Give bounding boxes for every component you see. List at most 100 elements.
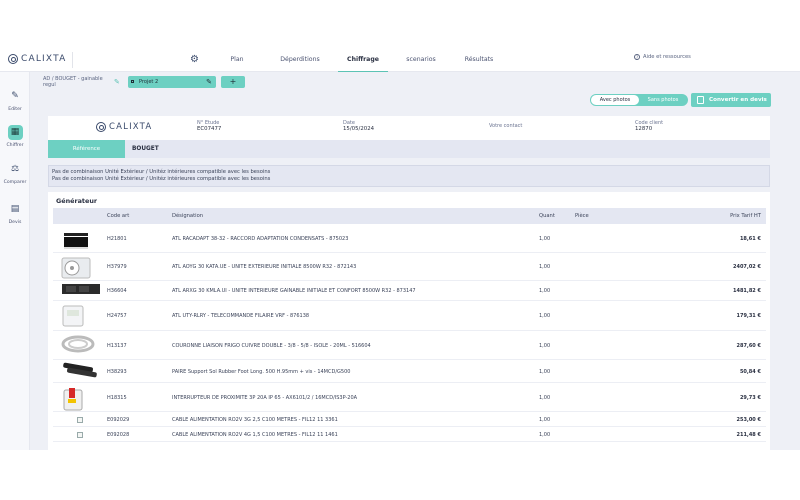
card-logo: CALIXTA <box>96 122 152 132</box>
product-image <box>61 304 85 330</box>
quote-icon: ▤ <box>7 202 23 217</box>
convert-to-quote-button[interactable]: Convertir en devis <box>691 93 771 107</box>
help-icon: ? <box>634 54 640 60</box>
sidebar-item-devis[interactable]: ▤ Devis <box>0 202 30 225</box>
table-row[interactable]: E092029 CABLE ALIMENTATION RO2V 3G 2,5 C1… <box>53 412 766 427</box>
generator-panel: Générateur Code art Désignation Quant Pi… <box>48 192 770 450</box>
sidebar-item-label: Comparer <box>3 180 27 185</box>
breadcrumb: AD / BOUGET - gainable regul <box>43 76 103 88</box>
sidebar-item-label: Editer <box>8 107 22 112</box>
nav-deperditions[interactable]: Déperditions <box>266 48 334 72</box>
nav-scenarios[interactable]: scenarios <box>392 48 450 72</box>
col-code: Code art <box>107 213 130 219</box>
edit-breadcrumb-icon[interactable]: ✎ <box>114 78 120 86</box>
photo-toggle[interactable]: Avec photos Sans photos <box>590 94 688 106</box>
calixta-logo[interactable]: CALIXTA <box>8 54 66 64</box>
col-designation: Désignation <box>172 213 204 219</box>
etude-value: EC07477 <box>197 126 222 132</box>
col-piece: Pièce <box>575 213 589 219</box>
quantity-cell: 1,00 <box>539 313 551 319</box>
table-row[interactable]: H21801 ATL RACADAPT 38-32 - RACCORD ADAPT… <box>53 224 766 253</box>
code-art-cell: H13137 <box>107 343 127 349</box>
edit-icon: ✎ <box>7 89 23 104</box>
table-row[interactable]: H24757 ATL UTY-RLRY - TELECOMMANDE FILAIR… <box>53 301 766 331</box>
code-art-cell: H18315 <box>107 395 127 401</box>
designation-cell: INTERRUPTEUR DE PROXIMITE 3P 20A IP 65 -… <box>172 395 358 401</box>
price-cell: 253,00 € <box>736 417 761 423</box>
table-header: Code art Désignation Quant Pièce Prix Ta… <box>53 208 766 224</box>
nav-chiffrage[interactable]: Chiffrage <box>334 48 392 73</box>
quantity-cell: 1,00 <box>539 432 551 438</box>
price-cell: 211,48 € <box>736 432 761 438</box>
designation-cell: ATL UTY-RLRY - TELECOMMANDE FILAIRE VRF … <box>172 313 310 319</box>
help-link[interactable]: ? Aide et ressources <box>634 54 691 60</box>
price-cell: 179,31 € <box>736 313 761 319</box>
sidebar-item-comparer[interactable]: ⚖ Comparer <box>0 162 30 185</box>
designation-cell: ATL RACADAPT 38-32 - RACCORD ADAPTATION … <box>172 236 349 242</box>
project-tab-label: Projet 2 <box>139 79 159 85</box>
project-tab[interactable]: Projet 2 ✎ <box>128 76 216 88</box>
main-nav: Plan Déperditions Chiffrage scenarios Ré… <box>208 48 508 73</box>
price-cell: 1481,82 € <box>733 288 761 294</box>
nav-resultats[interactable]: Résultats <box>450 48 508 72</box>
header-divider <box>72 52 73 68</box>
code-art-cell: H21801 <box>107 236 127 242</box>
price-cell: 2407,02 € <box>733 264 761 270</box>
price-cell: 29,73 € <box>739 395 761 401</box>
toggle-sans-photos[interactable]: Sans photos <box>639 95 687 105</box>
product-image <box>61 255 91 281</box>
sidebar-item-chiffrer[interactable]: ▦ Chiffrer <box>0 125 30 148</box>
sidebar-item-label: Devis <box>8 220 22 225</box>
col-quantity: Quant <box>539 213 555 219</box>
card-logo-text: CALIXTA <box>109 122 153 132</box>
toggle-avec-photos[interactable]: Avec photos <box>591 95 639 105</box>
help-label: Aide et ressources <box>643 54 691 60</box>
app-header: CALIXTA ⚙ Plan Déperditions Chiffrage sc… <box>0 48 800 73</box>
nav-plan[interactable]: Plan <box>208 48 266 72</box>
quantity-cell: 1,00 <box>539 417 551 423</box>
price-cell: 50,84 € <box>739 369 761 375</box>
date-value: 15/05/2024 <box>343 126 375 132</box>
logo-text: CALIXTA <box>21 54 67 64</box>
document-icon <box>697 96 704 104</box>
table-row[interactable]: H37979 ATL AOYG 30 KATA.UE - UNITE EXTERI… <box>53 253 766 281</box>
logo-mark-icon <box>8 54 18 64</box>
designation-cell: COURONNE LIAISON FRIGO CUIVRE DOUBLE - 3… <box>172 343 371 349</box>
message-line: Pas de combinaison Unité Extérieur / Uni… <box>52 169 271 175</box>
project-icon <box>131 80 134 83</box>
message-line: Pas de combinaison Unité Extérieur / Uni… <box>52 176 271 182</box>
broken-image-icon <box>77 432 83 438</box>
tab-reference[interactable]: Référence <box>48 140 125 158</box>
designation-cell: ATL AOYG 30 KATA.UE - UNITE EXTERIEURE I… <box>172 264 357 270</box>
contact-field: Votre contact <box>489 123 522 129</box>
top-blank-area <box>0 0 800 48</box>
add-project-button[interactable]: + <box>221 76 245 88</box>
edit-project-icon[interactable]: ✎ <box>206 76 212 88</box>
product-image <box>61 227 91 253</box>
table-row[interactable]: E092028 CABLE ALIMENTATION RO2V 4G 1,5 C1… <box>53 427 766 442</box>
code-art-cell: H36604 <box>107 288 127 294</box>
table-row[interactable]: H18315 INTERRUPTEUR DE PROXIMITE 3P 20A I… <box>53 383 766 412</box>
tab-bouget[interactable]: BOUGET <box>132 140 159 158</box>
col-price: Prix Tarif HT <box>730 213 761 219</box>
table-row[interactable]: H38293 PAIRE Support Sol Rubber Foot Long… <box>53 360 766 383</box>
calculator-icon: ▦ <box>7 125 23 140</box>
date-field: Date 15/05/2024 <box>343 120 374 132</box>
sidebar-item-editer[interactable]: ✎ Editer <box>0 89 30 112</box>
price-cell: 18,61 € <box>739 236 761 242</box>
contact-label: Votre contact <box>489 123 523 129</box>
code-art-cell: H37979 <box>107 264 127 270</box>
product-image <box>61 334 95 356</box>
quantity-cell: 1,00 <box>539 343 551 349</box>
table-row[interactable]: H36604 ATL ARXG 30 KMLA.UI - UNITE INTERI… <box>53 281 766 301</box>
logo-mark-icon <box>96 122 106 132</box>
code-art-cell: E092029 <box>107 417 130 423</box>
designation-cell: ATL ARXG 30 KMLA.UI - UNITE INTERIEURE G… <box>172 288 416 294</box>
client-field: Code client 12870 <box>635 120 663 132</box>
table-row[interactable]: H13137 COURONNE LIAISON FRIGO CUIVRE DOUB… <box>53 331 766 360</box>
gear-icon[interactable]: ⚙ <box>190 54 199 65</box>
study-card: CALIXTA N° Etude EC07477 Date 15/05/2024… <box>48 116 770 158</box>
convert-label: Convertir en devis <box>709 97 767 103</box>
compare-icon: ⚖ <box>7 162 23 177</box>
code-art-cell: E092028 <box>107 432 130 438</box>
